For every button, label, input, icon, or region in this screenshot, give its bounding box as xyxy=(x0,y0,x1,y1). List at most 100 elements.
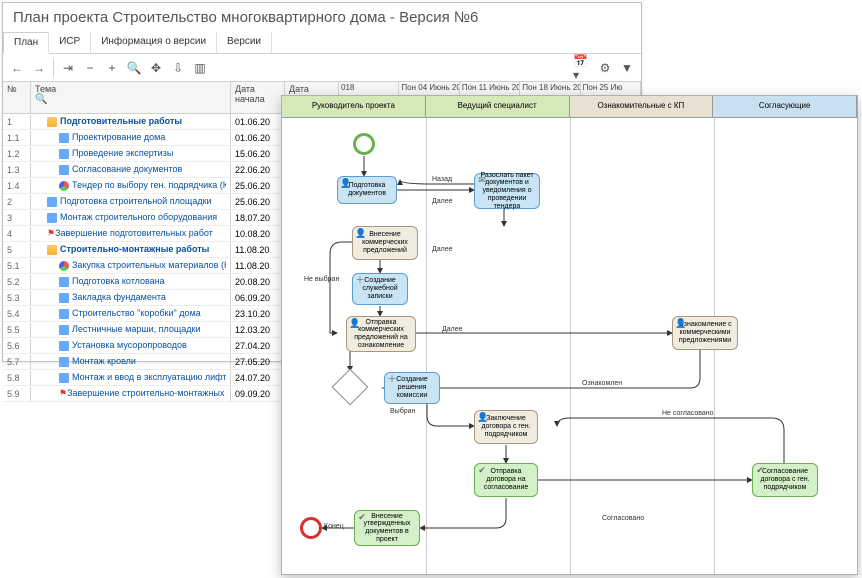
edge-reviewed: Ознакомлен xyxy=(582,380,622,387)
row-name[interactable]: Монтаж и ввод в эксплуатацию лифтов xyxy=(35,372,226,383)
row-num: 5.5 xyxy=(3,323,31,337)
row-name[interactable]: ⚑Завершение подготовительных работ xyxy=(35,228,226,239)
task-send-proposals[interactable]: 👤Отправка коммерческих предложений на оз… xyxy=(346,316,416,352)
zoom-out-icon[interactable]: − xyxy=(80,58,100,78)
row-start: 11.08.20 xyxy=(231,259,285,273)
toolbar: ← → ⇥ − + 🔍 ✥ ⇩ ▥ 📅▾ ⚙ ▼ xyxy=(3,54,641,82)
task-approve-contract[interactable]: ✔Согласование договора с ген. подрядчико… xyxy=(752,463,818,497)
doc-icon xyxy=(47,213,57,223)
row-start: 01.06.20 xyxy=(231,115,285,129)
indent-icon[interactable]: → xyxy=(29,58,49,78)
row-name[interactable]: Тендер по выбору ген. подрядчика (Карта) xyxy=(35,180,226,191)
task-contract[interactable]: 👤Заключение договора с ген. подрядчиком xyxy=(474,410,538,444)
user-icon: 👤 xyxy=(477,413,487,423)
row-name[interactable]: Закупка строительных материалов (Карта) xyxy=(35,260,226,271)
search-icon[interactable]: 🔍 xyxy=(124,58,144,78)
lane-2: Ведущий специалист xyxy=(426,96,570,117)
edge-next-3: Далее xyxy=(442,326,463,333)
filter-icon[interactable]: ▼ xyxy=(617,58,637,78)
doc-icon xyxy=(59,357,69,367)
doc-icon xyxy=(59,277,69,287)
pie-icon xyxy=(59,181,69,191)
tab-plan[interactable]: План xyxy=(3,32,49,54)
row-num: 2 xyxy=(3,195,31,209)
plus-icon: ＋ xyxy=(387,375,397,385)
row-name[interactable]: Строительно-монтажные работы xyxy=(35,244,226,255)
gateway-selection[interactable] xyxy=(332,369,369,406)
end-event[interactable] xyxy=(300,517,322,539)
row-num: 3 xyxy=(3,211,31,225)
row-name[interactable]: Проведение экспертизы xyxy=(35,148,226,159)
task-enter-proposals[interactable]: 👤Внесение коммерческих предложений xyxy=(352,226,418,260)
row-num: 5.8 xyxy=(3,371,31,385)
tab-versions[interactable]: Версии xyxy=(217,32,272,53)
row-name[interactable]: Согласование документов xyxy=(35,164,226,175)
task-send-contract[interactable]: ✔Отправка договора на согласование xyxy=(474,463,538,497)
col-num: № xyxy=(3,82,31,113)
row-num: 5.3 xyxy=(3,291,31,305)
row-name[interactable]: Проектирование дома xyxy=(35,132,226,143)
task-send-package[interactable]: ✉Разослать пакет документов и уведомлени… xyxy=(474,173,540,209)
row-num: 5.2 xyxy=(3,275,31,289)
user-icon: 👤 xyxy=(340,179,350,189)
row-start: 11.08.20 xyxy=(231,243,285,257)
row-num: 5.9 xyxy=(3,387,31,401)
task-create-decision[interactable]: ＋Создание решения комиссии xyxy=(384,372,440,404)
calendar-icon[interactable]: 📅▾ xyxy=(573,58,593,78)
collapse-icon[interactable]: ⇥ xyxy=(58,58,78,78)
row-name[interactable]: Закладка фундамента xyxy=(35,292,226,303)
folder-icon xyxy=(47,245,57,255)
doc-icon xyxy=(47,197,57,207)
doc-icon xyxy=(59,309,69,319)
row-num: 1.2 xyxy=(3,147,31,161)
row-num: 5.7 xyxy=(3,355,31,369)
row-start: 25.06.20 xyxy=(231,179,285,193)
chart-icon[interactable]: ▥ xyxy=(190,58,210,78)
task-review-proposals[interactable]: 👤Ознакомление с коммерческими предложени… xyxy=(672,316,738,350)
row-start: 10.08.20 xyxy=(231,227,285,241)
edge-not-selected: Не выбран xyxy=(304,276,339,283)
settings-icon[interactable]: ⚙ xyxy=(595,58,615,78)
row-name[interactable]: Строительство "коробки" дома xyxy=(35,308,226,319)
row-start: 15.06.20 xyxy=(231,147,285,161)
check-icon: ✔ xyxy=(477,466,487,476)
lane-4: Согласующие xyxy=(713,96,857,117)
row-name[interactable]: Установка мусоропроводов xyxy=(35,340,226,351)
zoom-in-icon[interactable]: + xyxy=(102,58,122,78)
doc-icon xyxy=(59,133,69,143)
row-num: 1.3 xyxy=(3,163,31,177)
move-icon[interactable]: ✥ xyxy=(146,58,166,78)
row-start: 20.08.20 xyxy=(231,275,285,289)
row-start: 06.09.20 xyxy=(231,291,285,305)
tab-isr[interactable]: ИСР xyxy=(49,32,91,53)
row-name[interactable]: Подготовка строительной площадки xyxy=(35,196,226,207)
link-icon[interactable]: ⇩ xyxy=(168,58,188,78)
doc-icon xyxy=(59,165,69,175)
plus-icon: ＋ xyxy=(355,276,365,286)
row-num: 1 xyxy=(3,115,31,129)
start-event[interactable] xyxy=(353,133,375,155)
row-start: 22.06.20 xyxy=(231,163,285,177)
user-icon: 👤 xyxy=(355,229,365,239)
col-start: Дата начала xyxy=(231,82,285,113)
outdent-icon[interactable]: ← xyxy=(7,58,27,78)
tab-version-info[interactable]: Информация о версии xyxy=(91,32,217,53)
flag-icon: ⚑ xyxy=(47,228,55,238)
row-name[interactable]: Подготовка котлована xyxy=(35,276,226,287)
user-icon: 👤 xyxy=(349,319,359,329)
row-name[interactable]: ⚑Завершение строительно-монтажных работ xyxy=(35,388,226,399)
bpmn-panel: Руководитель проекта Ведущий специалист … xyxy=(281,95,858,575)
lane-3: Ознакомительные с КП xyxy=(570,96,714,117)
row-name[interactable]: Монтаж строительного оборудования xyxy=(35,212,226,223)
user-icon: 👤 xyxy=(675,319,685,329)
task-enter-approved[interactable]: ✔Внесение утвержденных документов в прое… xyxy=(354,510,420,546)
task-create-memo[interactable]: ＋Создание служебной записки xyxy=(352,273,408,305)
row-name[interactable]: Подготовительные работы xyxy=(35,116,226,127)
task-prepare-docs[interactable]: 👤Подготовка документов xyxy=(337,176,397,204)
row-name[interactable]: Лестничные марши, площадки xyxy=(35,324,226,335)
row-name[interactable]: Монтаж кровли xyxy=(35,356,226,367)
row-start: 09.09.20 xyxy=(231,387,285,401)
row-start: 25.06.20 xyxy=(231,195,285,209)
edge-approved: Согласовано xyxy=(602,515,644,522)
row-num: 5.1 xyxy=(3,259,31,273)
